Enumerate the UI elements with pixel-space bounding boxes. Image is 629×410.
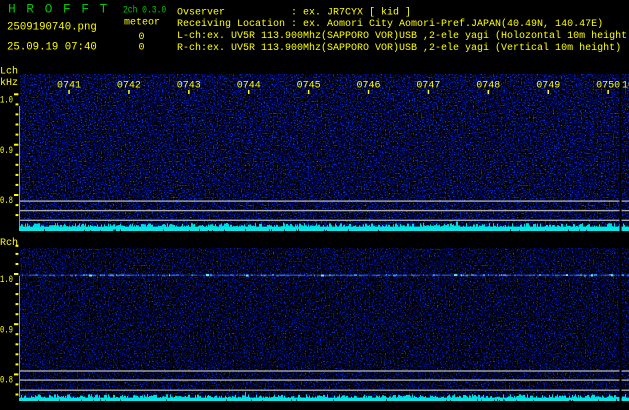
svg-text:L-ch:ex. UV5R 113.900Mhz(SAPPO: L-ch:ex. UV5R 113.900Mhz(SAPPORO VOR)USB… <box>177 30 629 42</box>
svg-text:0.9: 0.9 <box>0 145 13 156</box>
svg-text:Rch: Rch <box>0 237 18 249</box>
svg-text:0.8: 0.8 <box>0 195 13 206</box>
svg-text:Receiving Location : ex. Aomor: Receiving Location : ex. Aomori City Aom… <box>177 18 603 30</box>
svg-text:0744: 0744 <box>237 81 261 92</box>
svg-text:0743: 0743 <box>177 81 201 92</box>
svg-text:2ch 0.3.0: 2ch 0.3.0 <box>123 4 166 16</box>
svg-text:2509190740.png: 2509190740.png <box>7 21 97 33</box>
svg-text:25.09.19 07:40: 25.09.19 07:40 <box>7 42 97 54</box>
svg-text:0.8: 0.8 <box>0 375 13 386</box>
svg-text:0746: 0746 <box>356 81 380 92</box>
svg-text:kHz: kHz <box>0 77 18 89</box>
svg-text:0741: 0741 <box>57 81 81 92</box>
svg-text:R-ch:ex. UV5R 113.900Mhz(SAPPO: R-ch:ex. UV5R 113.900Mhz(SAPPORO VOR)USB… <box>177 42 621 54</box>
svg-text:1.0: 1.0 <box>0 94 13 105</box>
svg-text:0: 0 <box>139 32 145 43</box>
svg-text:0747: 0747 <box>416 81 440 92</box>
svg-text:0.9: 0.9 <box>0 324 13 335</box>
svg-text:meteor: meteor <box>124 17 160 28</box>
svg-text:0742: 0742 <box>117 81 141 92</box>
svg-text:0745: 0745 <box>297 81 321 92</box>
svg-text:1.0: 1.0 <box>0 274 13 285</box>
svg-text:HROFFT: HROFFT <box>8 2 118 17</box>
svg-text:0: 0 <box>139 43 145 54</box>
svg-text:Ovserver : ex. JR7CY: Ovserver : ex. JR7CYX [ kid ] <box>177 6 411 18</box>
svg-text:0749: 0749 <box>536 81 560 92</box>
svg-text:Lch: Lch <box>0 66 18 78</box>
svg-text:0750: 0750 <box>596 81 620 92</box>
svg-text:0748: 0748 <box>476 81 500 92</box>
svg-text:10: 10 <box>622 81 629 92</box>
